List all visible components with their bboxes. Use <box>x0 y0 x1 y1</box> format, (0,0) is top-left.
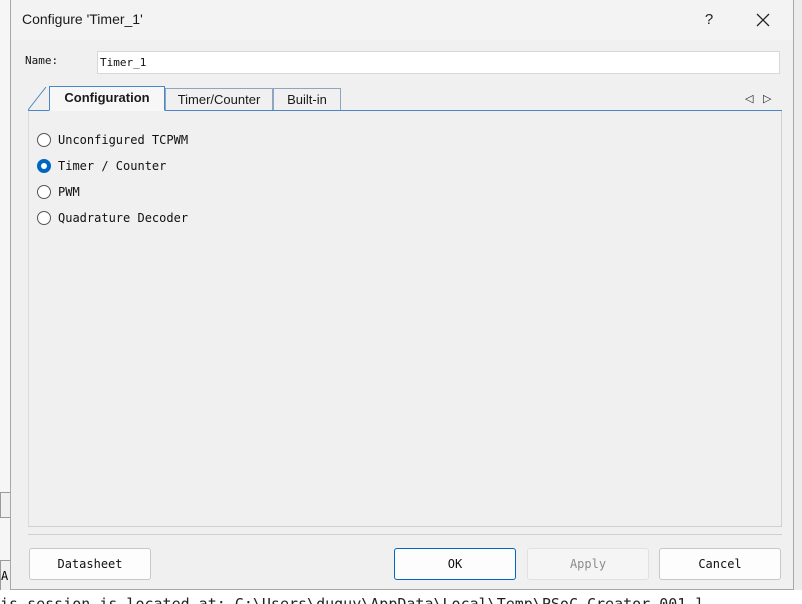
radio-unconfigured-tcpwm[interactable] <box>37 133 51 147</box>
dialog-title: Configure 'Timer_1' <box>22 11 143 27</box>
background-panel-right <box>793 0 802 604</box>
tab-built-in[interactable]: Built-in <box>273 88 341 110</box>
help-button[interactable]: ? <box>695 6 723 34</box>
ok-button[interactable]: OK <box>394 548 516 580</box>
name-label: Name: <box>25 54 59 67</box>
footer-separator <box>28 534 782 535</box>
dialog-titlebar: Configure 'Timer_1' ? <box>11 0 793 40</box>
option-label: PWM <box>58 185 80 199</box>
background-console-text: is session is located at: C:\Users\duguy… <box>0 590 802 604</box>
close-icon <box>756 13 770 27</box>
option-label: Unconfigured TCPWM <box>58 133 189 147</box>
option-label: Quadrature Decoder <box>58 211 189 225</box>
tab-slant-decoration <box>28 86 47 111</box>
tab-configuration[interactable]: Configuration <box>49 86 165 111</box>
tab-timer-counter[interactable]: Timer/Counter <box>165 88 273 110</box>
tab-content-configuration: Unconfigured TCPWM Timer / Counter PWM Q… <box>28 111 782 527</box>
radio-timer-counter[interactable] <box>37 159 51 173</box>
cancel-button[interactable]: Cancel <box>659 548 781 580</box>
option-label: Timer / Counter <box>58 159 167 173</box>
apply-button[interactable]: Apply <box>527 548 649 580</box>
datasheet-button[interactable]: Datasheet <box>29 548 151 580</box>
tab-scroll-left-icon[interactable]: ◁ <box>745 92 753 105</box>
radio-quadrature-decoder[interactable] <box>37 211 51 225</box>
radio-pwm[interactable] <box>37 185 51 199</box>
name-input[interactable]: Timer_1 <box>97 51 780 74</box>
configure-dialog: Configure 'Timer_1' ? Name: Timer_1 Conf… <box>10 0 794 590</box>
tab-scroll-right-icon[interactable]: ▷ <box>763 92 771 105</box>
close-button[interactable] <box>745 6 781 34</box>
